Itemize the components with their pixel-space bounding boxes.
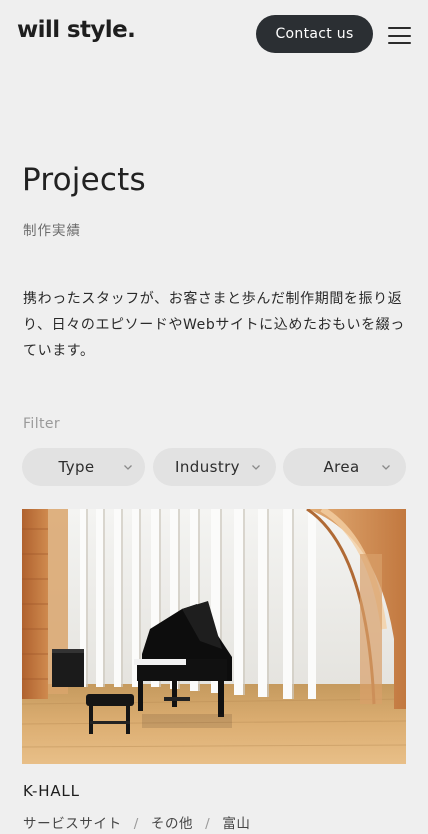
filter-area-select[interactable]: Area [283, 448, 406, 486]
contact-us-button[interactable]: Contact us [256, 15, 373, 53]
concert-hall-grand-piano-photo [22, 509, 406, 764]
project-title[interactable]: K-HALL [23, 782, 80, 800]
filter-type-select[interactable]: Type [22, 448, 145, 486]
page-subtitle: 制作実績 [23, 223, 81, 239]
chevron-down-icon [382, 465, 390, 470]
project-tag-area[interactable]: 富山 [222, 816, 250, 832]
menu-line [388, 42, 411, 44]
page-title: Projects [22, 162, 146, 198]
menu-line [388, 27, 411, 29]
intro-text: 携わったスタッフが、お客さまと歩んだ制作期間を振り返り、日々のエピソードやWeb… [23, 291, 405, 359]
site-logo[interactable]: will style. [17, 17, 136, 43]
filter-industry-select[interactable]: Industry [153, 448, 276, 486]
hamburger-icon[interactable] [388, 27, 412, 45]
project-tag-industry[interactable]: その他 [151, 816, 193, 832]
project-image[interactable] [22, 509, 406, 764]
project-tag-type[interactable]: サービスサイト [23, 816, 122, 832]
tag-separator: / [133, 816, 139, 832]
site-header: will style. Contact us [0, 0, 428, 70]
tag-separator: / [205, 816, 211, 832]
menu-line [388, 35, 411, 37]
project-tags: サービスサイト / その他 / 富山 [23, 812, 251, 832]
chevron-down-icon [252, 465, 260, 470]
filter-label: Filter [23, 416, 61, 432]
chevron-down-icon [124, 465, 132, 470]
